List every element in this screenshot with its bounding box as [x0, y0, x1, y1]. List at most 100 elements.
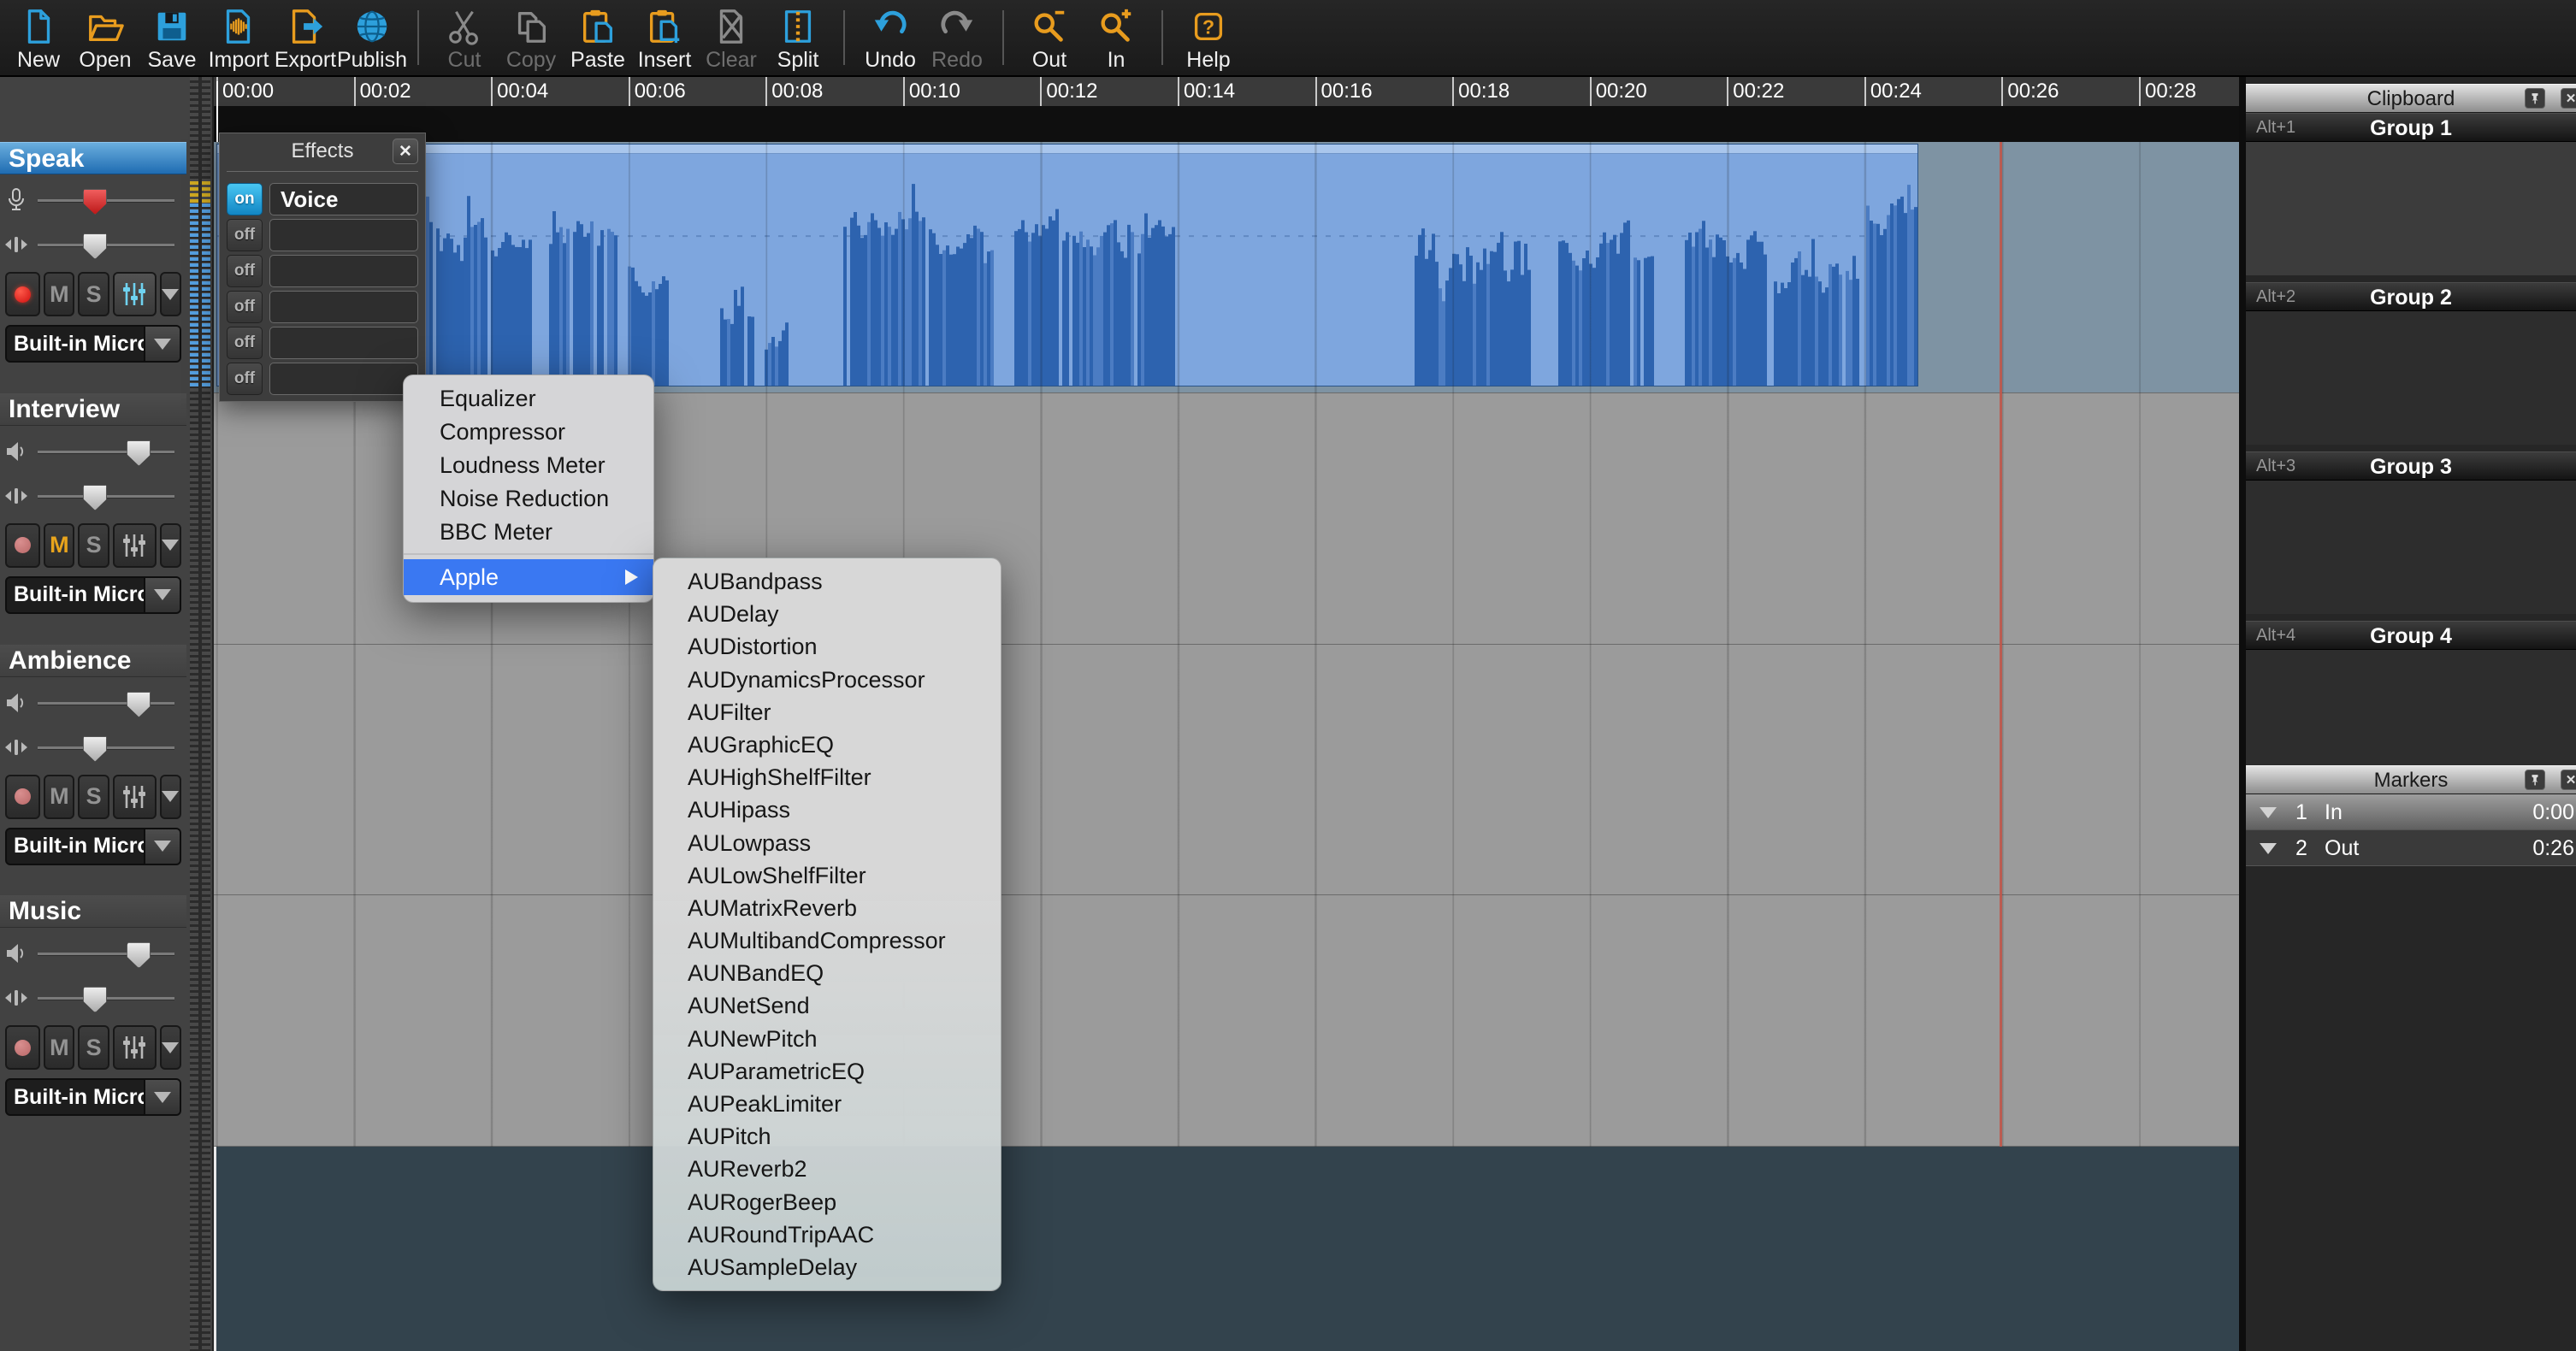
- clipboard-group-header[interactable]: Alt+1Group 1: [2246, 113, 2576, 142]
- timeline-track-area[interactable]: [214, 142, 2239, 1147]
- timeline-track-row[interactable]: [214, 142, 2239, 393]
- pan-slider-handle[interactable]: [83, 485, 107, 510]
- submenu-item-aunetsend[interactable]: AUNetSend: [653, 989, 1001, 1022]
- input-device-dropdown-button[interactable]: [144, 1080, 180, 1114]
- submenu-item-aulowshelffilter[interactable]: AULowShelfFilter: [653, 859, 1001, 892]
- submenu-item-audynamicsprocessor[interactable]: AUDynamicsProcessor: [653, 664, 1001, 696]
- toolbar-button-paste[interactable]: Paste: [564, 1, 631, 74]
- submenu-item-aurogerbeep[interactable]: AURogerBeep: [653, 1186, 1001, 1218]
- volume-slider-handle[interactable]: [127, 440, 151, 466]
- close-icon[interactable]: ✕: [2561, 770, 2576, 790]
- track-options-dropdown-button[interactable]: [160, 272, 181, 316]
- record-arm-button[interactable]: [5, 775, 40, 819]
- pan-slider-handle[interactable]: [83, 233, 107, 259]
- effect-name-field[interactable]: [269, 291, 418, 323]
- volume-slider[interactable]: [38, 702, 174, 705]
- toolbar-button-insert[interactable]: Insert: [631, 1, 698, 74]
- pan-slider[interactable]: [38, 746, 174, 749]
- marker-expand-triangle-icon[interactable]: [2260, 843, 2277, 854]
- clipboard-group-body[interactable]: [2246, 142, 2576, 275]
- toolbar-button-import[interactable]: Import: [205, 1, 272, 74]
- track-options-dropdown-button[interactable]: [160, 1025, 181, 1070]
- mute-button[interactable]: M: [44, 523, 74, 568]
- audio-region-speak[interactable]: [216, 144, 1918, 386]
- menu-item-equalizer[interactable]: Equalizer: [404, 382, 653, 416]
- toolbar-button-help[interactable]: ?Help: [1175, 1, 1242, 74]
- volume-slider[interactable]: [38, 199, 174, 202]
- solo-button[interactable]: S: [78, 272, 109, 316]
- clipboard-group-body[interactable]: [2246, 311, 2576, 445]
- input-device-dropdown-button[interactable]: [144, 829, 180, 864]
- toolbar-button-export[interactable]: Export: [272, 1, 339, 74]
- close-icon[interactable]: ✕: [393, 139, 418, 164]
- track-options-dropdown-button[interactable]: [160, 523, 181, 568]
- marker-expand-triangle-icon[interactable]: [2260, 807, 2277, 818]
- timeline-ruler[interactable]: 00:0000:0200:0400:0600:0800:1000:1200:14…: [214, 77, 2239, 106]
- input-device-dropdown-button[interactable]: [144, 578, 180, 612]
- eq-sliders-button[interactable]: [113, 1025, 157, 1070]
- submenu-item-ausampledelay[interactable]: AUSampleDelay: [653, 1251, 1001, 1283]
- menu-item-apple[interactable]: Apple: [404, 559, 653, 595]
- submenu-item-aunbandeq[interactable]: AUNBandEQ: [653, 957, 1001, 989]
- submenu-item-audistortion[interactable]: AUDistortion: [653, 630, 1001, 663]
- toolbar-button-save[interactable]: Save: [139, 1, 205, 74]
- toolbar-button-split[interactable]: Split: [765, 1, 831, 74]
- mute-button[interactable]: M: [44, 272, 74, 316]
- effect-off-toggle[interactable]: off: [227, 255, 263, 287]
- input-device-dropdown[interactable]: Built-in Microphone: [5, 1078, 181, 1116]
- effect-on-toggle[interactable]: on: [227, 183, 263, 215]
- timeline-track-row[interactable]: [214, 895, 2239, 1147]
- marker-row[interactable]: 2Out0:26: [2246, 830, 2576, 866]
- timeline-track-row[interactable]: [214, 645, 2239, 896]
- close-icon[interactable]: ✕: [2561, 88, 2576, 109]
- submenu-item-aumultibandcompressor[interactable]: AUMultibandCompressor: [653, 924, 1001, 957]
- pan-slider[interactable]: [38, 244, 174, 246]
- volume-slider[interactable]: [38, 451, 174, 453]
- solo-button[interactable]: S: [78, 523, 109, 568]
- toolbar-button-undo[interactable]: Undo: [857, 1, 924, 74]
- track-title[interactable]: Speak: [0, 142, 186, 174]
- effect-off-toggle[interactable]: off: [227, 219, 263, 251]
- input-device-dropdown[interactable]: Built-in Microphone: [5, 828, 181, 865]
- submenu-item-aureverb2[interactable]: AUReverb2: [653, 1153, 1001, 1185]
- submenu-item-aufilter[interactable]: AUFilter: [653, 696, 1001, 729]
- pan-slider[interactable]: [38, 997, 174, 1000]
- toolbar-button-publish[interactable]: Publish: [339, 1, 405, 74]
- track-title[interactable]: Music: [0, 895, 186, 928]
- solo-button[interactable]: S: [78, 1025, 109, 1070]
- volume-slider[interactable]: [38, 953, 174, 955]
- clipboard-group-header[interactable]: Alt+3Group 3: [2246, 451, 2576, 481]
- effect-name-field[interactable]: [269, 327, 418, 359]
- menu-item-noise-reduction[interactable]: Noise Reduction: [404, 482, 653, 516]
- input-device-dropdown-button[interactable]: [144, 327, 180, 361]
- eq-sliders-button[interactable]: [113, 272, 157, 316]
- eq-sliders-button[interactable]: [113, 775, 157, 819]
- clipboard-group-header[interactable]: Alt+2Group 2: [2246, 282, 2576, 311]
- submenu-item-aunewpitch[interactable]: AUNewPitch: [653, 1023, 1001, 1055]
- clipboard-group-body[interactable]: [2246, 650, 2576, 783]
- toolbar-button-new[interactable]: New: [5, 1, 72, 74]
- toolbar-button-in[interactable]: In: [1083, 1, 1149, 74]
- menu-item-bbc-meter[interactable]: BBC Meter: [404, 516, 653, 549]
- mute-button[interactable]: M: [44, 1025, 74, 1070]
- toolbar-button-open[interactable]: Open: [72, 1, 139, 74]
- pan-slider-handle[interactable]: [83, 987, 107, 1012]
- pin-icon[interactable]: [2525, 770, 2545, 790]
- pin-icon[interactable]: [2525, 88, 2545, 109]
- submenu-item-auroundtripaac[interactable]: AURoundTripAAC: [653, 1218, 1001, 1251]
- clipboard-group-header[interactable]: Alt+4Group 4: [2246, 621, 2576, 650]
- submenu-item-audelay[interactable]: AUDelay: [653, 598, 1001, 630]
- input-device-dropdown[interactable]: Built-in Microphone: [5, 325, 181, 363]
- record-arm-button[interactable]: [5, 1025, 40, 1070]
- submenu-item-auhighshelffilter[interactable]: AUHighShelfFilter: [653, 761, 1001, 793]
- mute-button[interactable]: M: [44, 775, 74, 819]
- submenu-item-auhipass[interactable]: AUHipass: [653, 793, 1001, 826]
- submenu-item-aupeaklimiter[interactable]: AUPeakLimiter: [653, 1088, 1001, 1120]
- pan-slider[interactable]: [38, 495, 174, 498]
- record-arm-button[interactable]: [5, 272, 40, 316]
- menu-item-compressor[interactable]: Compressor: [404, 416, 653, 449]
- effect-off-toggle[interactable]: off: [227, 363, 263, 395]
- clipboard-group-body[interactable]: [2246, 481, 2576, 614]
- submenu-item-aupitch[interactable]: AUPitch: [653, 1120, 1001, 1153]
- marker-row[interactable]: 1In0:00: [2246, 794, 2576, 830]
